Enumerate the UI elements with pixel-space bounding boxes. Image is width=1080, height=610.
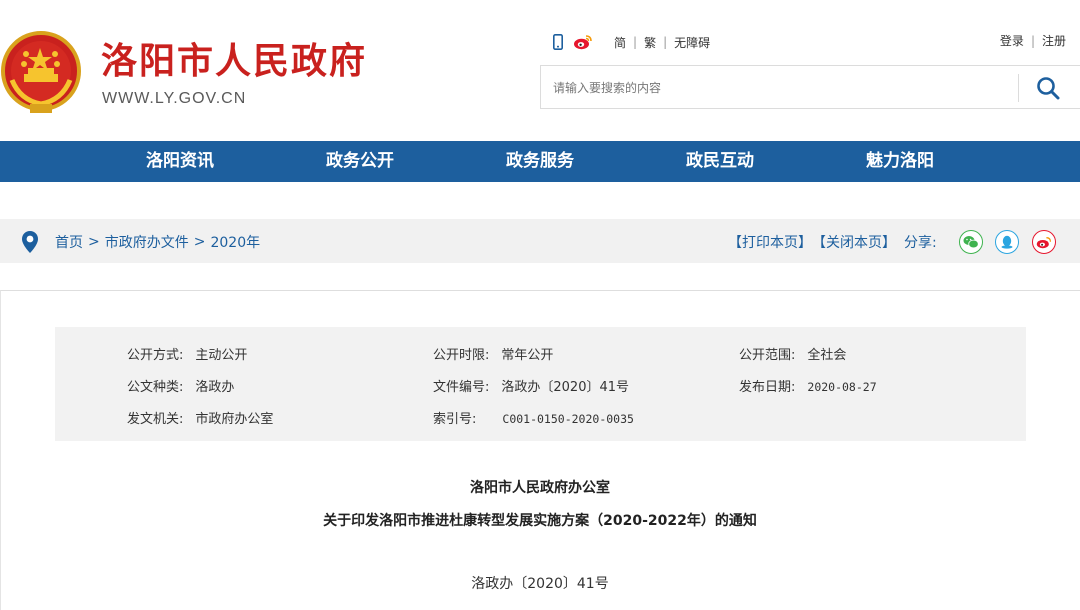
search-divider — [1018, 74, 1019, 102]
meta-index-number: 索引号: C001-0150-2020-0035 — [433, 408, 634, 427]
meta-disclosure-period: 公开时限: 常年公开 — [433, 344, 553, 363]
meta-disclosure-scope: 公开范围: 全社会 — [739, 344, 846, 363]
share-label: 分享: — [904, 235, 937, 251]
search-box — [540, 65, 1080, 109]
national-emblem — [1, 31, 81, 113]
document-title: 关于印发洛阳市推进杜康转型发展实施方案（2020-2022年）的通知 — [323, 513, 757, 529]
meta-label: 公开时限: — [433, 348, 490, 363]
search-icon — [1037, 77, 1060, 100]
nav-item-government-services[interactable]: 政务服务 — [480, 141, 600, 182]
mobile-icon[interactable] — [553, 34, 563, 50]
meta-value: 洛政办 — [195, 380, 235, 395]
meta-issuer: 发文机关: 市政府办公室 — [127, 408, 273, 427]
meta-doc-type: 公文种类: 洛政办 — [127, 376, 234, 395]
document-metadata: 公开方式: 主动公开 公开时限: 常年公开 公开范围: 全社会 公文种类: 洛政办 文件… — [55, 327, 1026, 441]
meta-value: 2020-08-27 — [807, 380, 877, 394]
location-pin-icon — [22, 231, 38, 253]
print-page-button[interactable]: 【打印本页】 — [728, 232, 812, 252]
meta-value: C001-0150-2020-0035 — [502, 412, 634, 426]
page: 洛阳市人民政府 WWW.LY.GOV.CN 简 | 繁 | 无障碍 登录 | 注… — [0, 0, 1080, 610]
nav-item-charming-luoyang[interactable]: 魅力洛阳 — [840, 141, 960, 182]
accessibility-link[interactable]: 无障碍 — [667, 34, 717, 51]
document-number: 洛政办〔2020〕41号 — [471, 576, 609, 592]
meta-value: 主动公开 — [195, 348, 248, 363]
meta-label: 公文种类: — [127, 380, 184, 395]
wechat-icon[interactable] — [959, 230, 983, 254]
meta-label: 公开方式: — [127, 348, 184, 363]
qq-icon[interactable] — [995, 230, 1019, 254]
lang-traditional[interactable]: 繁 — [637, 34, 663, 51]
register-link[interactable]: 注册 — [1042, 32, 1066, 49]
meta-value: 常年公开 — [501, 348, 554, 363]
breadcrumb-home[interactable]: 首页 — [55, 232, 83, 252]
weibo-icon[interactable] — [573, 34, 593, 50]
breadcrumb-year[interactable]: 2020年 — [210, 232, 260, 252]
meta-label: 索引号: — [433, 412, 477, 427]
nav-item-government-disclosure[interactable]: 政务公开 — [300, 141, 420, 182]
top-utility-links: 简 | 繁 | 无障碍 — [553, 32, 717, 52]
meta-value: 洛政办〔2020〕41号 — [501, 380, 630, 395]
meta-publish-date: 发布日期: 2020-08-27 — [739, 376, 877, 395]
login-link[interactable]: 登录 — [1000, 32, 1024, 49]
page-actions: 【打印本页】 【关闭本页】 分享: — [728, 232, 937, 252]
meta-label: 公开范围: — [739, 348, 796, 363]
main-nav: 洛阳资讯 政务公开 政务服务 政民互动 魅力洛阳 — [0, 141, 1080, 182]
meta-label: 文件编号: — [433, 380, 490, 395]
breadcrumb: 首页 > 市政府办文件 > 2020年 — [55, 232, 260, 252]
document-issuer-heading: 洛阳市人民政府办公室 — [470, 480, 610, 496]
meta-disclosure-method: 公开方式: 主动公开 — [127, 344, 247, 363]
nav-item-public-interaction[interactable]: 政民互动 — [660, 141, 780, 182]
search-input[interactable] — [553, 76, 993, 100]
weibo-icon[interactable] — [1032, 230, 1056, 254]
breadcrumb-gov-office-docs[interactable]: 市政府办文件 — [105, 232, 189, 252]
breadcrumb-separator: > — [193, 234, 206, 250]
meta-label: 发布日期: — [739, 380, 796, 395]
site-title: 洛阳市人民政府 — [101, 41, 368, 82]
search-button[interactable] — [1033, 75, 1063, 101]
lang-simplified[interactable]: 简 — [607, 34, 633, 51]
site-url: WWW.LY.GOV.CN — [102, 90, 247, 107]
meta-doc-number: 文件编号: 洛政办〔2020〕41号 — [433, 376, 629, 395]
breadcrumb-bar: 首页 > 市政府办文件 > 2020年 【打印本页】 【关闭本页】 分享: — [0, 219, 1080, 263]
meta-value: 全社会 — [807, 348, 847, 363]
account-links: 登录 | 注册 — [1000, 32, 1066, 49]
meta-label: 发文机关: — [127, 412, 184, 427]
meta-value: 市政府办公室 — [195, 412, 274, 427]
separator: | — [1030, 33, 1035, 48]
nav-item-luoyang-news[interactable]: 洛阳资讯 — [120, 141, 240, 182]
breadcrumb-separator: > — [88, 234, 100, 250]
close-page-button[interactable]: 【关闭本页】 — [812, 232, 896, 252]
